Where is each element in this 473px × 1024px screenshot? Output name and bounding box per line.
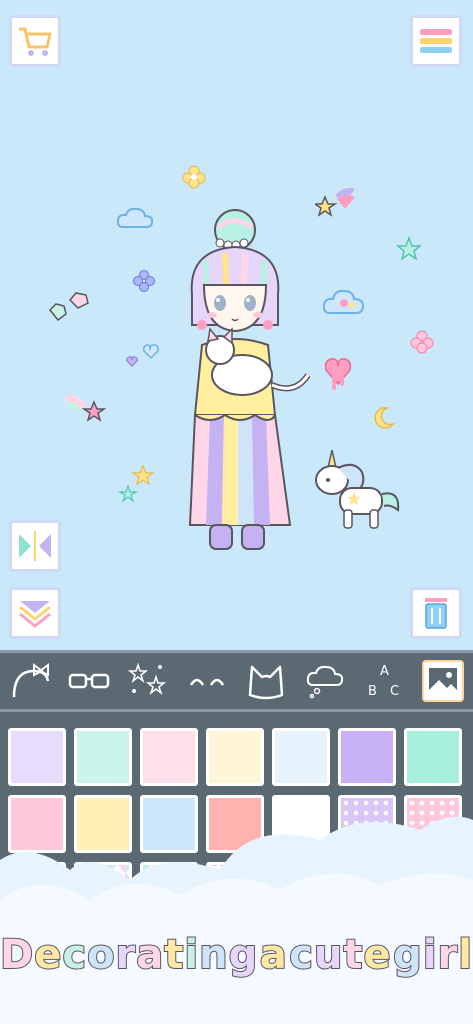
caption-letter: i <box>183 931 200 979</box>
layer-down-button[interactable] <box>9 587 61 639</box>
caption-letter: i <box>422 931 438 979</box>
background-picture-icon <box>428 668 457 694</box>
caption-letter: n <box>198 931 229 979</box>
caption-letter: l <box>457 931 473 979</box>
category-cat-ears[interactable] <box>236 653 295 709</box>
category-glasses[interactable] <box>59 653 118 709</box>
shooting-star-sticker-icon[interactable] <box>315 185 357 219</box>
thought-bubble-icon <box>306 665 343 699</box>
gem-sticker-icon[interactable] <box>46 290 94 324</box>
blue-flower-sticker-icon[interactable] <box>133 270 155 292</box>
eyes-icon <box>189 678 224 686</box>
unicorn-sticker-icon[interactable] <box>310 450 402 532</box>
caption-letter: g <box>228 931 259 979</box>
color-swatch[interactable] <box>404 728 462 786</box>
color-swatch[interactable] <box>272 728 330 786</box>
caption-letter: a <box>135 931 165 979</box>
shop-button[interactable] <box>9 15 61 67</box>
category-background[interactable] <box>413 653 472 709</box>
abc-letters-icon: A B C <box>368 664 399 699</box>
headband-icon <box>12 663 49 698</box>
rainbow-cloud-sticker-icon[interactable] <box>322 285 366 317</box>
color-swatch[interactable] <box>140 728 198 786</box>
sparkles-icon <box>127 662 166 696</box>
drip-heart-sticker-icon[interactable] <box>322 356 354 396</box>
category-speech[interactable] <box>295 653 354 709</box>
shopping-cart-icon <box>19 27 52 56</box>
cat-ears-icon <box>248 665 283 700</box>
svg-text:A: A <box>380 664 389 679</box>
star-sticker-icon[interactable] <box>396 236 422 262</box>
cloud-banner <box>0 816 473 1024</box>
dressup-canvas[interactable] <box>0 0 473 650</box>
glasses-icon <box>68 673 109 689</box>
selected-frame <box>421 660 464 702</box>
layer-down-icon <box>19 601 51 628</box>
flower-sticker-icon[interactable] <box>182 165 206 189</box>
category-headband[interactable] <box>0 653 59 709</box>
caption-letter: o <box>86 931 116 979</box>
caption-letter: r <box>437 931 459 979</box>
menu-button[interactable] <box>410 15 462 67</box>
caption-letter: r <box>115 931 137 979</box>
flip-horizontal-icon <box>19 531 51 561</box>
girl-character[interactable] <box>180 205 310 555</box>
hamburger-menu-icon <box>420 29 452 53</box>
moon-sticker-icon[interactable] <box>373 406 395 430</box>
caption-letter: g <box>392 931 423 979</box>
pink-flower-sticker-icon[interactable] <box>410 330 434 354</box>
rainbow-star-sticker-icon[interactable] <box>64 390 106 424</box>
color-swatch[interactable] <box>206 728 264 786</box>
caption-letter: t <box>342 931 364 979</box>
caption-letter: c <box>288 931 314 979</box>
hearts-sticker-icon[interactable] <box>124 340 164 372</box>
category-letters[interactable]: A B C <box>354 653 413 709</box>
flip-button[interactable] <box>9 520 61 572</box>
category-eyes[interactable] <box>177 653 236 709</box>
caption-letter: u <box>313 931 344 979</box>
promo-caption: Decorating a cute girl <box>0 920 473 990</box>
category-toolbar: A B C <box>0 650 473 712</box>
color-swatch[interactable] <box>338 728 396 786</box>
caption-letter: a <box>259 931 288 979</box>
cloud-sticker-icon[interactable] <box>115 205 155 231</box>
svg-text:B: B <box>368 684 377 699</box>
trash-icon <box>425 598 447 629</box>
caption-letter: D <box>0 931 35 979</box>
color-swatch[interactable] <box>8 728 66 786</box>
small-stars-sticker-icon[interactable] <box>118 464 156 504</box>
svg-text:C: C <box>390 684 399 699</box>
caption-letter: e <box>363 931 392 979</box>
color-swatch[interactable] <box>74 728 132 786</box>
category-sparkles[interactable] <box>118 653 177 709</box>
caption-letter: e <box>33 931 63 979</box>
caption-letter: t <box>163 931 185 979</box>
delete-button[interactable] <box>410 587 462 639</box>
caption-letter: c <box>61 931 88 979</box>
